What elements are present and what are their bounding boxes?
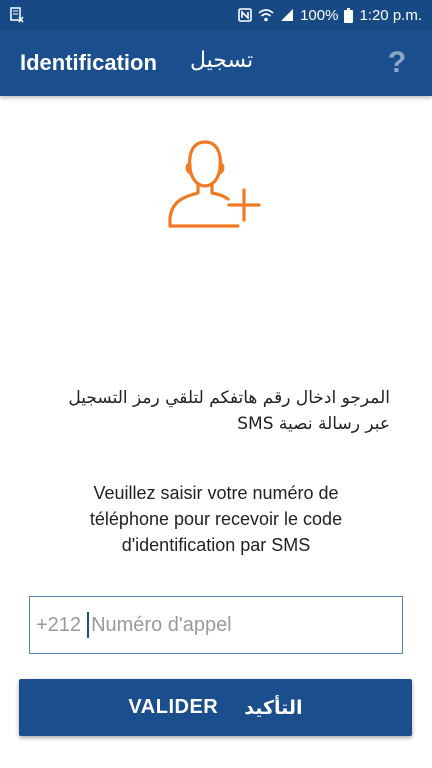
nfc-icon [238,8,252,22]
notification-icon [10,7,24,23]
status-right: 100% 1:20 p.m. [238,7,422,24]
wifi-icon [258,8,274,22]
validate-button-label: VALIDER [128,696,219,718]
instruction-french-line2: téléphone pour recevoir le code [89,509,343,529]
app-bar: Identification تسجيل ? [0,30,432,96]
help-icon: ? [387,46,407,79]
instruction-french: Veuillez saisir votre numéro de téléphon… [20,480,412,558]
app-title-arabic: تسجيل [190,48,254,73]
add-user-icon [160,130,270,240]
validate-button[interactable]: VALIDER التأكيد [19,679,412,736]
status-left [10,7,24,23]
battery-percent: 100% [300,6,339,24]
instruction-french-line3: d'identification par SMS [121,535,311,555]
text-caret [87,612,90,638]
clock: 1:20 p.m. [359,6,422,24]
country-code-prefix: +212 [36,613,82,636]
instruction-arabic: المرجو ادخال رقم هاتفكم لتلقي رمز التسجي… [30,385,390,437]
phone-field[interactable]: +212 [29,596,403,654]
app-title: Identification [20,50,157,75]
battery-icon [344,7,354,23]
signal-icon [280,8,294,22]
instruction-french-line1: Veuillez saisir votre numéro de [93,483,339,503]
instruction-arabic-line2: عبر رسالة نصية SMS [237,414,390,434]
instruction-arabic-line1: المرجو ادخال رقم هاتفكم لتلقي رمز التسجي… [68,388,390,408]
status-bar: 100% 1:20 p.m. [0,0,432,30]
help-button[interactable]: ? [382,45,412,81]
phone-number-input[interactable] [91,613,352,637]
validate-button-label-arabic: التأكيد [244,696,303,719]
